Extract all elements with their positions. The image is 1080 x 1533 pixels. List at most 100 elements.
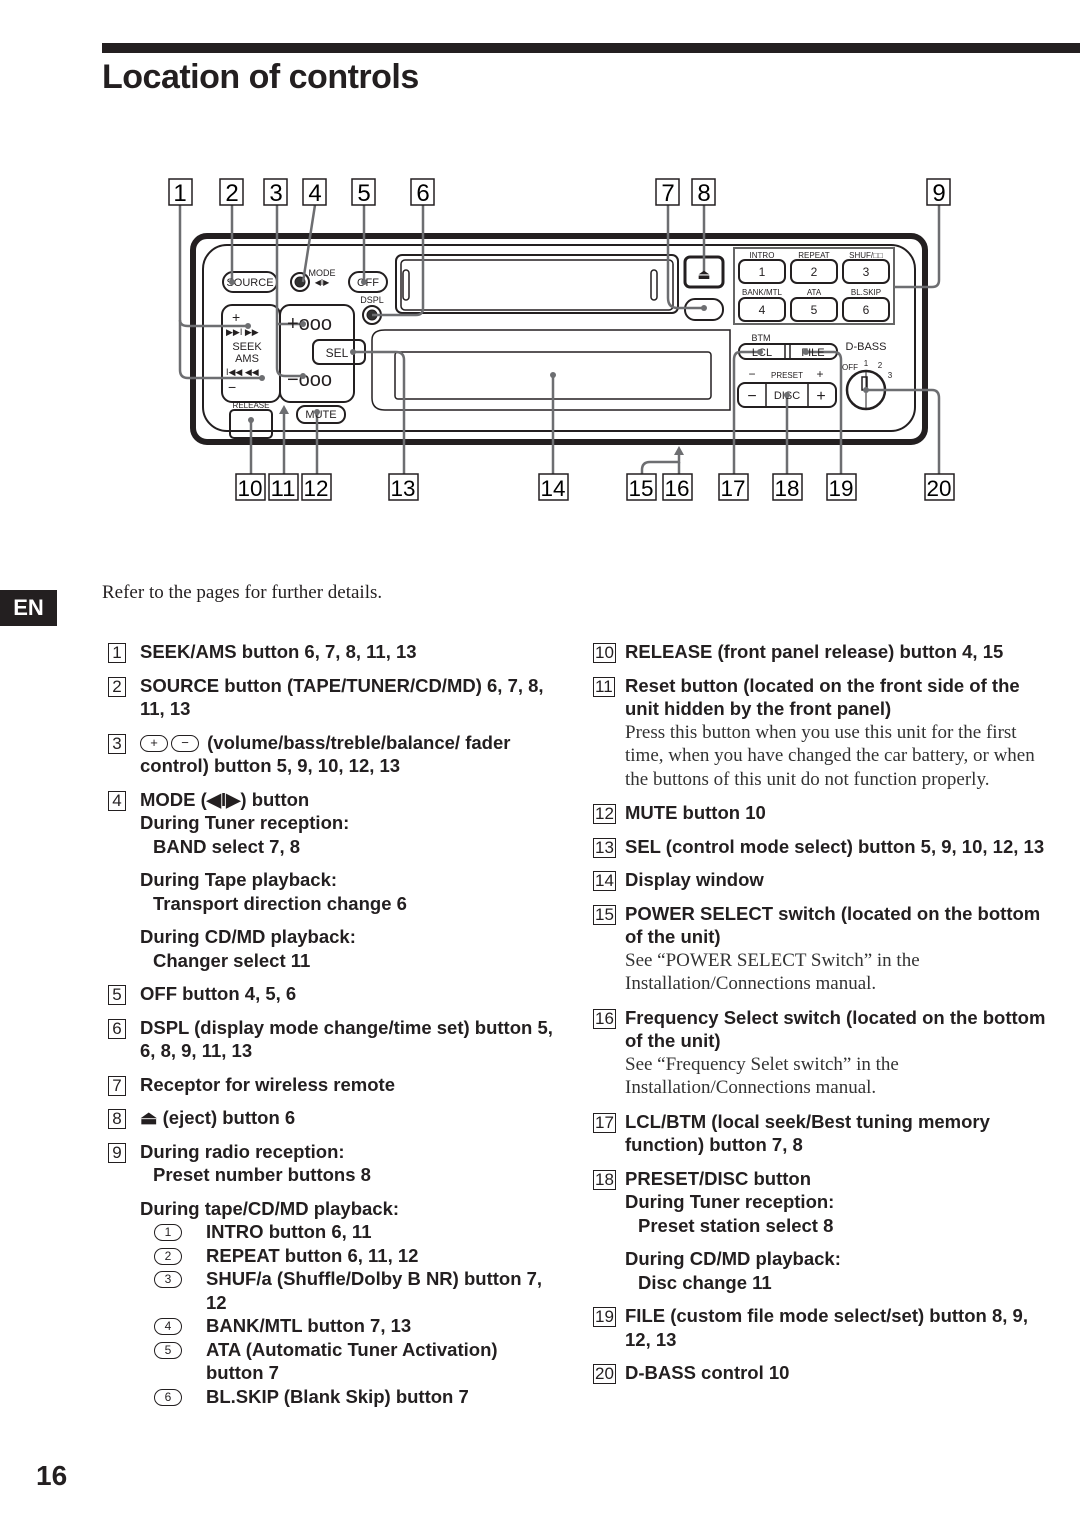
item-number: 15 xyxy=(593,904,616,925)
svg-text:8: 8 xyxy=(697,180,710,207)
item-number: 18 xyxy=(593,1169,616,1190)
callouts-bottom: 10 11 12 13 14 15 16 17 18 19 20 xyxy=(235,473,955,501)
item-number: 9 xyxy=(108,1142,126,1163)
svg-text:16: 16 xyxy=(665,476,690,501)
off-label: OFF xyxy=(357,277,379,289)
item-subtext: Transport direction change 6 xyxy=(153,892,407,914)
mode-label: MODE xyxy=(309,268,336,278)
svg-text:5: 5 xyxy=(357,180,370,207)
callout-3: 3 xyxy=(263,178,288,207)
svg-text:BANK/MTL: BANK/MTL xyxy=(742,288,783,297)
list-item: 19 FILE (custom file mode select/set) bu… xyxy=(593,1304,1053,1351)
callout-5: 5 xyxy=(351,178,376,207)
svg-text:9: 9 xyxy=(932,180,945,207)
callout-6: 6 xyxy=(410,178,435,207)
sub-list-item: 4 BANK/MTL button 7, 13 xyxy=(154,1314,558,1338)
seek-label: SEEK xyxy=(232,341,262,353)
callout-11: 11 xyxy=(268,473,299,501)
callout-8: 8 xyxy=(691,178,716,207)
list-item: 1 SEEK/AMS button 6, 7, 8, 11, 13 xyxy=(108,640,558,664)
preset-5-button: 5 xyxy=(811,303,818,317)
item-number: 20 xyxy=(593,1364,616,1384)
svg-text:−ooo: −ooo xyxy=(287,369,332,391)
item-number: 12 xyxy=(593,804,616,824)
item-text: PRESET/DISC button xyxy=(625,1167,812,1189)
item-subtext: Preset station select 8 xyxy=(638,1214,834,1236)
item-text: SOURCE button (TAPE/TUNER/CD/MD) 6, 7, 8… xyxy=(140,674,544,720)
preset-3-button: 3 xyxy=(863,265,870,279)
svg-text:3: 3 xyxy=(888,371,893,380)
callout-7: 7 xyxy=(655,178,680,207)
item-subheading: During CD/MD playback: xyxy=(140,926,356,947)
svg-text:+: + xyxy=(816,367,823,381)
list-item: 4 MODE (◀I▶) button During Tuner recepti… xyxy=(108,788,558,973)
svg-text:2: 2 xyxy=(225,180,238,207)
svg-text:14: 14 xyxy=(541,476,566,501)
svg-text:REPEAT: REPEAT xyxy=(798,251,830,260)
callout-4: 4 xyxy=(302,178,327,207)
item-number: 4 xyxy=(108,790,126,811)
item-number: 16 xyxy=(593,1008,616,1029)
item-subheading: During radio reception: xyxy=(140,1140,345,1162)
item-text: OFF button 4, 5, 6 xyxy=(140,983,297,1004)
list-item: 9 During radio reception: Preset number … xyxy=(108,1140,558,1409)
item-number: 17 xyxy=(593,1112,616,1133)
item-text: SEEK/AMS button 6, 7, 8, 11, 13 xyxy=(140,641,417,662)
item-text: RELEASE (front panel release) button 4, … xyxy=(625,641,1004,662)
item-number: 11 xyxy=(593,676,615,697)
list-item: 12 MUTE button 10 xyxy=(593,801,1053,825)
item-subheading: During Tape playback: xyxy=(140,869,338,890)
item-text: Receptor for wireless remote xyxy=(140,1073,395,1095)
item-subheading: During Tuner reception: xyxy=(140,812,350,833)
sub-list-item: 5 ATA (Automatic Tuner Activation) button… xyxy=(154,1338,558,1385)
callout-17: 17 xyxy=(718,473,749,501)
svg-text:+: + xyxy=(232,309,240,325)
list-item: 3 + − (volume/bass/treble/balance/ fader … xyxy=(108,731,558,778)
list-item: 20 D-BASS control 10 xyxy=(593,1361,1053,1385)
car-stereo-diagram: SOURCE MODE ◀I▶ OFF DSPL SEEK AMS + ▶▶I … xyxy=(168,178,955,501)
page-number: 16 xyxy=(36,1460,68,1491)
list-item: 16 Frequency Select switch (located on t… xyxy=(593,1006,1053,1100)
svg-text:1: 1 xyxy=(173,180,186,207)
callout-20: 20 xyxy=(924,473,955,501)
item-text: SEL (control mode select) button 5, 9, 1… xyxy=(625,835,1045,857)
callout-12: 12 xyxy=(301,473,332,501)
callout-1: 1 xyxy=(168,178,193,207)
sub-list-item: 3 SHUF/a (Shuffle/Dolby B NR) button 7, 1… xyxy=(154,1267,558,1314)
callout-16: 16 xyxy=(662,473,693,501)
svg-text:OFF: OFF xyxy=(842,363,858,372)
preset-6-button: 6 xyxy=(863,303,870,317)
callout-10: 10 xyxy=(235,473,266,501)
item-subtext: Preset number buttons 8 xyxy=(153,1164,371,1185)
item-text: Reset button (located on the front side … xyxy=(625,674,1020,720)
dspl-label: DSPL xyxy=(360,295,384,305)
item-number: 2 xyxy=(108,676,126,697)
dbass-label: D-BASS xyxy=(846,341,887,353)
display-window-frame xyxy=(371,329,731,411)
svg-text:3: 3 xyxy=(269,180,282,207)
svg-text:17: 17 xyxy=(721,476,746,501)
mute-label: MUTE xyxy=(305,409,336,421)
list-item: 13 SEL (control mode select) button 5, 9… xyxy=(593,835,1053,859)
list-item: 7 Receptor for wireless remote xyxy=(108,1073,558,1097)
release-label: RELEASE xyxy=(233,401,270,410)
svg-text:20: 20 xyxy=(927,476,952,501)
item-number: 5 xyxy=(108,985,126,1005)
svg-text:▶▶I ▶▶: ▶▶I ▶▶ xyxy=(226,327,259,337)
svg-text:15: 15 xyxy=(629,476,654,501)
item-text: POWER SELECT switch (located on the bott… xyxy=(625,902,1041,948)
svg-text:7: 7 xyxy=(661,180,674,207)
list-item: 2 SOURCE button (TAPE/TUNER/CD/MD) 6, 7,… xyxy=(108,674,558,721)
list-item: 10 RELEASE (front panel release) button … xyxy=(593,640,1053,664)
svg-text:18: 18 xyxy=(775,476,800,501)
callouts-top: 1 2 3 4 5 6 7 8 9 xyxy=(168,178,951,207)
ams-label: AMS xyxy=(235,353,259,365)
list-item: 17 LCL/BTM (local seek/Best tuning memor… xyxy=(593,1110,1053,1157)
item-number: 10 xyxy=(593,643,616,663)
list-item: 11 Reset button (located on the front si… xyxy=(593,674,1053,792)
header-rule xyxy=(102,43,1080,53)
item-number: 3 xyxy=(108,733,126,754)
item-note: See “Frequency Selet switch” in the Inst… xyxy=(625,1053,899,1099)
svg-text:11: 11 xyxy=(271,476,296,501)
callout-15: 15 xyxy=(626,473,657,501)
